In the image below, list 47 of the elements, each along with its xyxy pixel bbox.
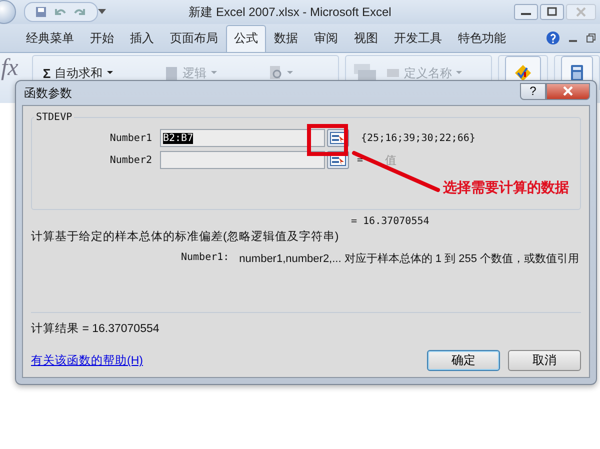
close-button[interactable] [546,82,590,100]
argument-description: number1,number2,... 对应于样本总体的 1 到 255 个数值，或数值引用 [239,252,580,267]
caret-icon [210,71,217,75]
ribbon-tab[interactable]: 数据 [266,25,306,52]
ribbon-tab[interactable]: 公式 [226,25,266,52]
help-link[interactable]: 有关该函数的帮助(H) [31,353,143,368]
ribbon-tab[interactable]: 视图 [346,25,386,52]
close-icon [562,86,574,96]
argument-value: {25;16;39;30;22;66} [361,132,476,144]
help-icon[interactable] [546,31,560,45]
formula-value: = 16.37070554 [351,216,430,227]
argument-label: Number2 [108,154,153,166]
magnifier-icon [268,65,283,81]
highlight-frame [307,124,348,156]
ribbon-tab[interactable]: 审阅 [306,25,346,52]
ribbon-tab[interactable]: 页面布局 [162,25,226,52]
restore-icon[interactable] [586,33,596,43]
argument-hint: 值 [385,154,398,168]
customize-caret-icon[interactable] [98,9,106,15]
caret-icon [456,71,462,75]
caret-icon [106,71,113,75]
insert-function-label[interactable]: fx [1,53,26,83]
ribbon-tab[interactable]: 开始 [82,25,122,52]
formula-result: 计算结果 = 16.37070554 [31,322,160,336]
calculator-icon[interactable] [570,64,584,82]
argument-label: Number1 [108,132,153,144]
dialog-title: 函数参数 [24,84,72,102]
function-name: STDEVP [35,112,74,123]
ribbon-tab[interactable]: 特色功能 [450,25,514,52]
dialog-button[interactable]: 取消 [508,350,581,371]
ribbon-tab[interactable]: 经典菜单 [18,25,82,52]
argument-name: Number1: [181,252,230,265]
window-title: 新建 Excel 2007.xlsx - Microsoft Excel [188,4,392,20]
save-icon[interactable] [35,6,47,18]
dialog-button[interactable]: 确定 [427,350,500,371]
argument-field[interactable] [160,151,325,169]
argument-field[interactable]: B2:B7 [160,129,325,147]
minimize-icon[interactable] [514,4,538,20]
function-description: 计算基于给定的样本总体的标准偏差(忽略逻辑值及字符串) [31,229,340,244]
ribbon-tab[interactable]: 插入 [122,25,162,52]
maximize-icon[interactable] [540,4,564,20]
ribbon-tab[interactable]: 开发工具 [386,25,450,52]
caret-icon [286,71,293,75]
equals-sign: = [357,154,364,166]
autosum-button[interactable]: Σ 自动求和 [38,64,117,82]
annotation-label: 选择需要计算的数据 [443,179,569,197]
help-button[interactable]: ? [520,82,546,100]
